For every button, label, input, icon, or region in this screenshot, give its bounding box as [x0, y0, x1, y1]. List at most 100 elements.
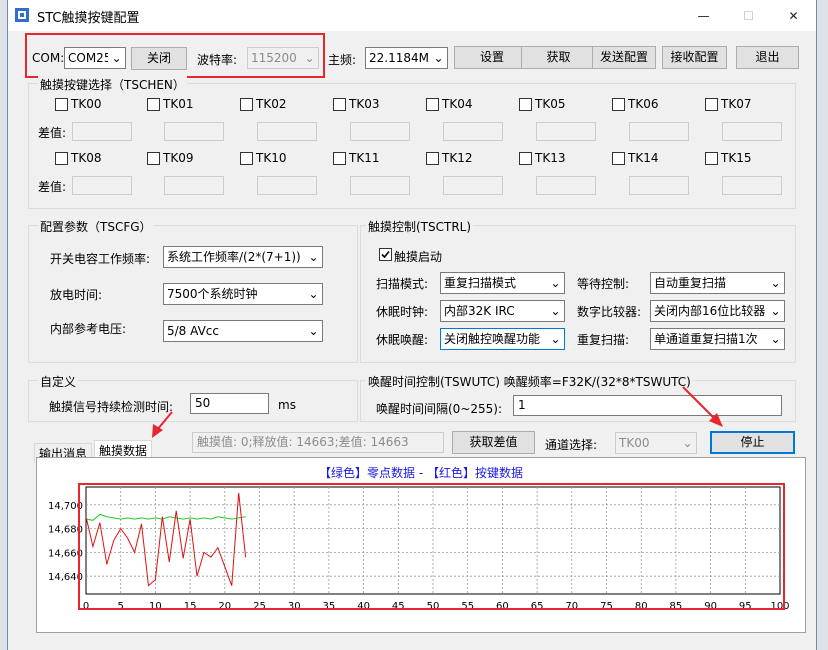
checkbox-tk09[interactable] [147, 152, 160, 165]
repeat-scan-label: 重复扫描: [577, 333, 630, 347]
title-bar: STC触摸按键配置 — ☐ ✕ [8, 0, 816, 31]
checkbox-tk11[interactable] [333, 152, 346, 165]
label-tk04: TK04 [442, 97, 473, 111]
checkbox-tk03[interactable] [333, 98, 346, 111]
label-tk01: TK01 [163, 97, 194, 111]
sleep-clock-value: 内部32K IRC [444, 304, 515, 318]
label-tk09: TK09 [163, 151, 194, 165]
label-tk11: TK11 [349, 151, 380, 165]
diff-value-tk15 [722, 176, 782, 195]
chevron-down-icon: ⌄ [430, 48, 447, 68]
receive-config-button[interactable]: 接收配置 [662, 46, 727, 69]
touch-readout: 触摸值: 0;释放值: 14663;差值: 14663 [192, 432, 444, 453]
get-button[interactable]: 获取 [521, 46, 596, 69]
vref-label: 内部参考电压: [50, 322, 127, 336]
scan-mode-select[interactable]: 重复扫描模式 ⌄ [440, 272, 565, 294]
wutc-title: 唤醒时间控制(TSWUTC) 唤醒频率=F32K/(32*8*TSWUTC) [366, 373, 693, 390]
scan-mode-value: 重复扫描模式 [444, 276, 517, 290]
sleep-clock-label: 休眠时钟: [376, 305, 429, 319]
checkbox-tk08[interactable] [55, 152, 68, 165]
diff-label: 差值: [38, 126, 67, 140]
checkbox-tk00[interactable] [55, 98, 68, 111]
diff-value-tk04 [443, 122, 503, 141]
stop-button[interactable]: 停止 [710, 431, 795, 454]
checkbox-tk07[interactable] [705, 98, 718, 111]
custom-title: 自定义 [38, 373, 79, 390]
label-tk02: TK02 [256, 97, 287, 111]
label-tk05: TK05 [535, 97, 566, 111]
tscfg-title: 配置参数（TSCFG） [38, 218, 154, 235]
diff-value-tk12 [443, 176, 503, 195]
switch-freq-value: 系统工作频率/(2*(7+1)) [167, 250, 301, 264]
diff-value-tk07 [722, 122, 782, 141]
checkbox-tk02[interactable] [240, 98, 253, 111]
diff-value-tk06 [629, 122, 689, 141]
checkbox-tk13[interactable] [519, 152, 532, 165]
highlight-box-chart [78, 483, 785, 610]
diff-value-tk10 [257, 176, 317, 195]
repeat-scan-value: 单通道重复扫描1次 [654, 332, 758, 346]
minimize-icon: — [697, 8, 710, 23]
checkbox-tk01[interactable] [147, 98, 160, 111]
wait-control-select[interactable]: 自动重复扫描 ⌄ [650, 272, 785, 294]
checkbox-tk10[interactable] [240, 152, 253, 165]
sleep-clock-select[interactable]: 内部32K IRC ⌄ [440, 300, 565, 322]
send-config-button[interactable]: 发送配置 [592, 46, 656, 69]
check-icon [381, 250, 390, 259]
switch-freq-label: 开关电容工作频率: [50, 252, 151, 266]
chevron-down-icon: ⌄ [547, 301, 564, 321]
vref-value: 5/8 AVcc [167, 324, 219, 338]
diff-value-tk13 [536, 176, 596, 195]
get-diff-button[interactable]: 获取差值 [452, 431, 535, 454]
chevron-down-icon: ⌄ [767, 273, 784, 293]
discharge-select[interactable]: 7500个系统时钟 ⌄ [163, 283, 323, 305]
checkbox-tk04[interactable] [426, 98, 439, 111]
repeat-scan-select[interactable]: 单通道重复扫描1次 ⌄ [650, 328, 785, 350]
comparator-value: 关闭内部16位比较器 [654, 304, 766, 318]
maximize-button[interactable]: ☐ [726, 0, 771, 31]
wake-interval-label: 唤醒时间间隔(0~255): [376, 402, 503, 416]
label-tk07: TK07 [721, 97, 752, 111]
label-tk03: TK03 [349, 97, 380, 111]
touch-enable-checkbox[interactable] [379, 248, 392, 261]
checkbox-tk06[interactable] [612, 98, 625, 111]
window-title: STC触摸按键配置 [37, 11, 140, 26]
comparator-select[interactable]: 关闭内部16位比较器 ⌄ [650, 300, 785, 322]
sleep-wake-select[interactable]: 关闭触控唤醒功能 ⌄ [440, 328, 565, 350]
checkbox-tk12[interactable] [426, 152, 439, 165]
channel-value: TK00 [619, 436, 650, 450]
diff-value-tk00 [72, 122, 132, 141]
label-tk15: TK15 [721, 151, 752, 165]
label-tk13: TK13 [535, 151, 566, 165]
set-button[interactable]: 设置 [454, 46, 530, 69]
diff-value-tk05 [536, 122, 596, 141]
frequency-value: 22.1184MH [369, 51, 438, 65]
checkbox-tk05[interactable] [519, 98, 532, 111]
switch-freq-select[interactable]: 系统工作频率/(2*(7+1)) ⌄ [163, 246, 323, 268]
channel-select[interactable]: TK00 ⌄ [615, 432, 697, 454]
detect-time-input[interactable]: 50 [190, 393, 269, 414]
diff-value-tk09 [164, 176, 224, 195]
app-icon [15, 8, 29, 22]
label-tk10: TK10 [256, 151, 287, 165]
detect-time-unit: ms [278, 398, 296, 412]
close-window-button[interactable]: ✕ [771, 0, 816, 31]
frequency-select[interactable]: 22.1184MH ⌄ [365, 47, 448, 69]
minimize-button[interactable]: — [681, 0, 726, 31]
close-icon: ✕ [788, 8, 799, 23]
chevron-down-icon: ⌄ [767, 301, 784, 321]
diff-value-tk11 [350, 176, 410, 195]
label-tk12: TK12 [442, 151, 473, 165]
diff-value-tk03 [350, 122, 410, 141]
scan-mode-label: 扫描模式: [376, 277, 429, 291]
chevron-down-icon: ⌄ [305, 321, 322, 341]
checkbox-tk14[interactable] [612, 152, 625, 165]
diff-value-tk01 [164, 122, 224, 141]
touch-enable-label: 触摸启动 [394, 250, 443, 264]
vref-select[interactable]: 5/8 AVcc ⌄ [163, 320, 323, 342]
highlight-box-com [25, 33, 325, 78]
tsctrl-title: 触摸控制(TSCTRL) [366, 218, 474, 235]
wake-interval-input[interactable]: 1 [513, 395, 782, 416]
exit-button[interactable]: 退出 [736, 46, 799, 69]
checkbox-tk15[interactable] [705, 152, 718, 165]
